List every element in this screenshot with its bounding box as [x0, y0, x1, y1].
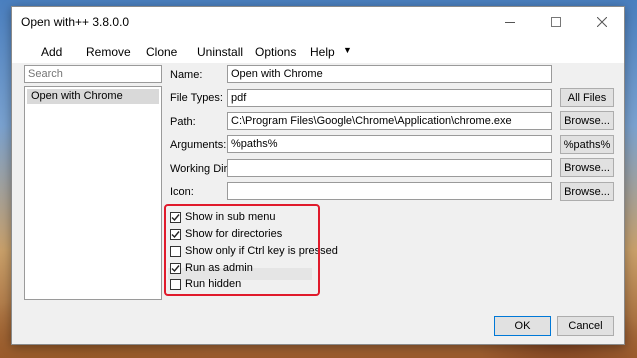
menu-clone[interactable]: Clone	[146, 45, 177, 59]
working-dir-field[interactable]	[227, 159, 552, 177]
annotation-highlight-box	[164, 204, 320, 296]
name-field[interactable]: Open with Chrome	[227, 65, 552, 83]
close-icon	[597, 17, 607, 27]
menu-options[interactable]: Options	[255, 45, 296, 59]
menu-add[interactable]: Add	[41, 45, 62, 59]
minimize-button[interactable]	[487, 7, 533, 37]
menu-bar: Add Remove Clone Uninstall Options Help …	[12, 37, 624, 63]
path-field[interactable]: C:\Program Files\Google\Chrome\Applicati…	[227, 112, 552, 130]
name-label: Name:	[170, 69, 203, 81]
app-window: Open with++ 3.8.0.0 Add Remove Clone Uni…	[11, 6, 625, 345]
close-button[interactable]	[579, 7, 625, 37]
path-label: Path:	[170, 116, 196, 128]
path-browse-button[interactable]: Browse...	[560, 111, 614, 130]
menu-help[interactable]: Help	[310, 45, 335, 59]
all-files-button[interactable]: All Files	[560, 88, 614, 107]
maximize-icon	[551, 17, 561, 27]
working-dir-browse-button[interactable]: Browse...	[560, 158, 614, 177]
ok-button[interactable]: OK	[494, 316, 551, 336]
arguments-field[interactable]: %paths%	[227, 135, 552, 153]
file-types-field[interactable]: pdf	[227, 89, 552, 107]
menu-uninstall[interactable]: Uninstall	[197, 45, 243, 59]
search-input[interactable]	[24, 65, 162, 83]
cancel-button[interactable]: Cancel	[557, 316, 614, 336]
entries-list[interactable]: Open with Chrome	[24, 86, 162, 300]
menu-remove[interactable]: Remove	[86, 45, 131, 59]
list-item[interactable]: Open with Chrome	[27, 89, 159, 104]
arguments-label: Arguments:	[170, 139, 227, 151]
working-dir-label: Working Dir:	[170, 163, 231, 175]
window-title: Open with++ 3.8.0.0	[21, 15, 130, 29]
triangle-down-icon[interactable]: ▼	[343, 45, 352, 55]
icon-browse-button[interactable]: Browse...	[560, 182, 614, 201]
paths-button[interactable]: %paths%	[560, 135, 614, 154]
file-types-label: File Types:	[170, 92, 223, 104]
icon-label: Icon:	[170, 186, 194, 198]
maximize-button[interactable]	[533, 7, 579, 37]
title-bar[interactable]: Open with++ 3.8.0.0	[12, 7, 624, 37]
minimize-icon	[505, 21, 515, 23]
icon-field[interactable]	[227, 182, 552, 200]
